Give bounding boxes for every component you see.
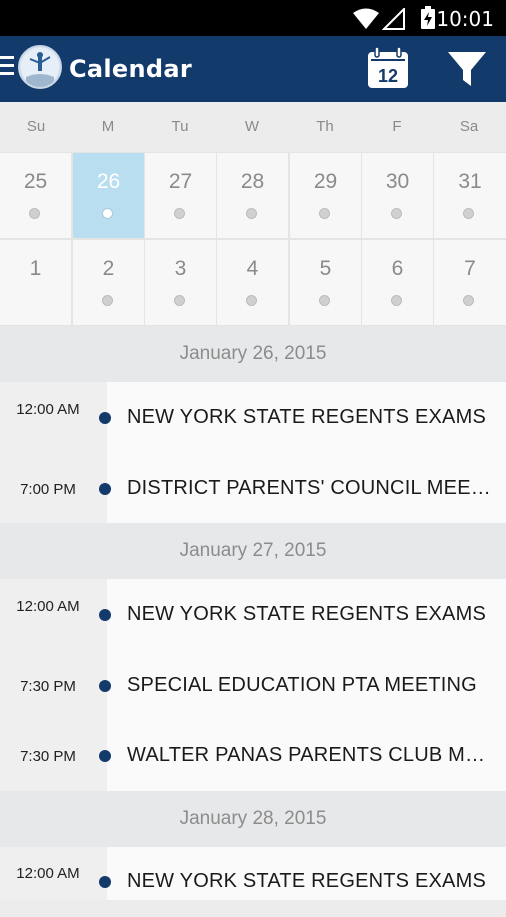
- weekday-label: W: [244, 118, 260, 135]
- event-time: 7:00 PM: [20, 481, 76, 498]
- calendar-day-cell[interactable]: 31: [434, 153, 506, 238]
- event-bullet-icon: [99, 876, 111, 888]
- event-bullet-icon: [99, 609, 111, 621]
- app-logo[interactable]: [18, 45, 62, 89]
- event-title: SPECIAL EDUCATION PTA MEETING: [127, 674, 477, 696]
- calendar-day-cell[interactable]: 7: [434, 240, 506, 325]
- event-time: 12:00 AM: [16, 865, 80, 882]
- agenda-event-list: 12:00 AM NEW YORK STATE REGENTS EXAMS 7:…: [0, 382, 506, 523]
- calendar-day-cell[interactable]: 3: [145, 240, 216, 325]
- battery-charging-icon: [421, 6, 435, 29]
- agenda-event-list: 12:00 AM NEW YORK STATE REGENTS EXAMS: [0, 847, 506, 900]
- day-number: 27: [168, 170, 193, 193]
- agenda-event[interactable]: 7:00 PM DISTRICT PARENTS' COUNCIL MEETIN…: [0, 452, 506, 522]
- app-bar: Calendar 12: [0, 36, 506, 102]
- day-number: 31: [458, 170, 482, 193]
- day-number: 25: [23, 170, 48, 193]
- status-bar: 10:01: [0, 0, 506, 36]
- event-time: 7:30 PM: [20, 678, 76, 695]
- weekday-label: F: [392, 118, 402, 135]
- event-title: DISTRICT PARENTS' COUNCIL MEETING: [127, 477, 497, 499]
- agenda-event-list: 12:00 AM NEW YORK STATE REGENTS EXAMS 7:…: [0, 579, 506, 791]
- event-indicator-dot: [102, 295, 113, 306]
- event-time: 12:00 AM: [16, 401, 80, 418]
- calendar-day-cell[interactable]: 27: [145, 153, 216, 238]
- day-number: 26: [96, 170, 121, 193]
- event-title: WALTER PANAS PARENTS CLUB MEETING: [127, 744, 497, 766]
- agenda-date-header: January 28, 2015: [0, 791, 506, 847]
- event-bullet-icon: [99, 680, 111, 692]
- event-indicator-dot: [246, 295, 257, 306]
- event-indicator-dot: [391, 208, 402, 219]
- event-indicator-dot: [463, 295, 474, 306]
- day-number: 7: [464, 257, 476, 280]
- event-indicator-dot: [174, 295, 185, 306]
- event-indicator-dot: [319, 208, 330, 219]
- page-title: Calendar: [69, 55, 193, 83]
- weekday-label: Su: [26, 118, 46, 135]
- event-indicator-dot: [246, 208, 257, 219]
- day-number: 1: [29, 257, 42, 280]
- weekday-label: Tu: [171, 118, 189, 135]
- agenda-event[interactable]: 7:30 PM SPECIAL EDUCATION PTA MEETING: [0, 649, 506, 719]
- agenda-date-header: January 26, 2015: [0, 326, 506, 382]
- agenda-event[interactable]: 7:30 PM WALTER PANAS PARENTS CLUB MEETIN…: [0, 719, 506, 789]
- day-number: 5: [319, 257, 332, 280]
- calendar-grid: 25 26 27 28 29 30 31 1 2 3 4 5 6 7: [0, 152, 506, 326]
- agenda-event[interactable]: 12:00 AM NEW YORK STATE REGENTS EXAMS: [0, 579, 506, 649]
- event-indicator-dot: [174, 208, 185, 219]
- calendar-day-cell[interactable]: 29: [290, 153, 361, 238]
- calendar-day-cell[interactable]: 30: [362, 153, 433, 238]
- menu-icon[interactable]: [0, 56, 14, 78]
- calendar-day-cell[interactable]: 4: [217, 240, 288, 325]
- today-day-number: 12: [378, 66, 398, 86]
- event-time: 7:30 PM: [20, 748, 76, 765]
- day-number: 6: [391, 257, 404, 280]
- event-title: NEW YORK STATE REGENTS EXAMS: [127, 870, 486, 892]
- status-time: 10:01: [436, 7, 494, 31]
- agenda-event[interactable]: 12:00 AM NEW YORK STATE REGENTS EXAMS: [0, 847, 506, 917]
- calendar-day-cell[interactable]: 28: [217, 153, 288, 238]
- event-bullet-icon: [99, 750, 111, 762]
- wifi-icon: [353, 8, 379, 29]
- calendar-day-cell-selected[interactable]: 26: [73, 153, 144, 238]
- weekday-label: Th: [316, 118, 334, 135]
- calendar-day-cell[interactable]: 5: [290, 240, 361, 325]
- filter-icon[interactable]: [446, 48, 488, 90]
- event-title: NEW YORK STATE REGENTS EXAMS: [127, 406, 486, 428]
- day-number: 29: [313, 170, 338, 193]
- event-bullet-icon: [99, 483, 111, 495]
- agenda-event[interactable]: 12:00 AM NEW YORK STATE REGENTS EXAMS: [0, 382, 506, 452]
- event-title: NEW YORK STATE REGENTS EXAMS: [127, 603, 486, 625]
- day-number: 3: [174, 257, 187, 280]
- event-indicator-dot: [463, 208, 474, 219]
- agenda-date-header: January 27, 2015: [0, 523, 506, 579]
- calendar-day-cell[interactable]: 6: [362, 240, 433, 325]
- calendar-day-cell[interactable]: 2: [73, 240, 144, 325]
- event-indicator-dot: [102, 208, 113, 219]
- calendar-today-icon[interactable]: 12: [366, 46, 410, 90]
- day-number: 30: [385, 170, 410, 193]
- event-indicator-dot: [391, 295, 402, 306]
- event-time: 12:00 AM: [16, 598, 80, 615]
- event-indicator-dot: [29, 208, 40, 219]
- day-number: 2: [102, 257, 115, 280]
- weekday-label: Sa: [459, 118, 479, 135]
- weekday-label: M: [101, 118, 115, 135]
- calendar-day-cell[interactable]: 25: [0, 153, 71, 238]
- calendar-day-cell[interactable]: 1: [0, 240, 71, 325]
- day-number: 28: [240, 170, 265, 193]
- event-indicator-dot: [319, 295, 330, 306]
- day-number: 4: [246, 257, 259, 280]
- signal-icon: [382, 8, 405, 30]
- weekday-header: Su M Tu W Th F Sa: [0, 102, 506, 152]
- event-bullet-icon: [99, 412, 111, 424]
